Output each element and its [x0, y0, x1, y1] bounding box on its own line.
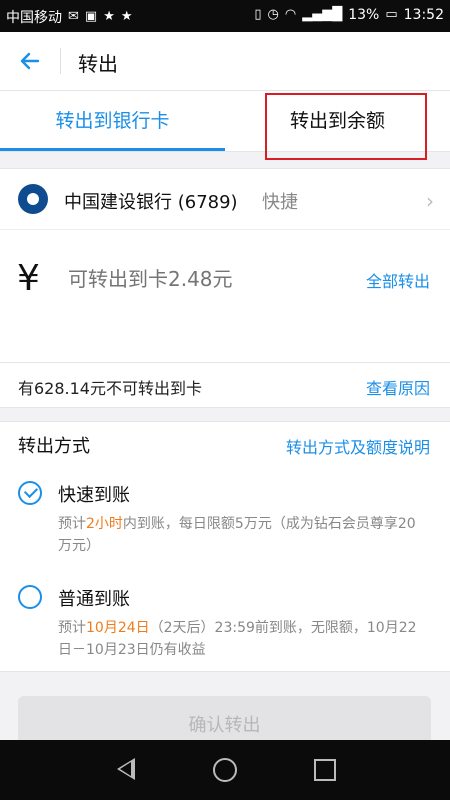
signal-icon: ▂▄▆█	[302, 7, 343, 22]
star-icon: ★	[103, 9, 115, 24]
notice-text: 有628.14元不可转出到卡	[18, 379, 202, 398]
nav-home-icon[interactable]	[213, 758, 237, 782]
bank-tag: 快捷	[262, 192, 298, 213]
clock: 13:52	[403, 7, 444, 23]
annotation-highlight-box	[265, 93, 427, 160]
tab-label: 转出到银行卡	[55, 110, 170, 132]
nav-back-icon[interactable]	[117, 758, 135, 780]
option-description: 预计10月24日（2天后）23:59前到账，无限额，10月22日－10月23日仍…	[58, 620, 417, 658]
app-header: 转出	[0, 32, 450, 91]
option-description: 预计2小时内到账，每日限额5万元（成为钻石会员尊享20万元）	[58, 516, 416, 554]
vibrate-icon: ▯	[254, 7, 262, 22]
tab-to-bank-card[interactable]: 转出到银行卡	[0, 91, 225, 151]
nav-recent-apps-icon[interactable]	[314, 759, 336, 781]
radio-checked-icon[interactable]	[18, 481, 42, 505]
notification-icon: ✉	[68, 9, 79, 24]
method-help-link[interactable]: 转出方式及额度说明	[286, 434, 430, 458]
chevron-right-icon: ›	[426, 189, 434, 213]
battery-percent: 13%	[348, 7, 380, 23]
arrival-time-highlight: 2小时	[86, 516, 123, 532]
option-title: 普通到账	[58, 589, 130, 610]
header-divider	[60, 48, 61, 74]
star-icon: ★	[120, 9, 133, 24]
image-icon: ▣	[84, 9, 98, 24]
bank-logo-icon	[18, 184, 48, 214]
method-header: 转出方式 转出方式及额度说明	[0, 421, 450, 465]
method-label: 转出方式	[18, 436, 90, 457]
carrier-label: 中国移动	[6, 10, 62, 26]
bank-name: 中国建设银行 (6789)	[64, 192, 238, 213]
page-title: 转出	[78, 52, 118, 76]
amount-input[interactable]	[66, 266, 290, 292]
battery-icon: ▭	[385, 7, 398, 22]
arrival-date-highlight: 10月24日	[86, 620, 150, 636]
radio-unchecked-icon[interactable]	[18, 585, 42, 609]
amount-section: ¥ 全部转出	[0, 229, 450, 362]
view-reason-link[interactable]: 查看原因	[366, 375, 430, 399]
transfer-all-link[interactable]: 全部转出	[366, 268, 430, 292]
wifi-icon: ◠	[284, 7, 297, 22]
status-bar: 中国移动 ✉ ▣ ★ ★ ▯ ◷ ◠ ▂▄▆█ 13% ▭ 13:52	[0, 0, 450, 32]
untransferable-notice: 有628.14元不可转出到卡 查看原因	[0, 362, 450, 408]
alarm-icon: ◷	[267, 7, 279, 22]
option-normal-arrival[interactable]: 普通到账 预计10月24日（2天后）23:59前到账，无限额，10月22日－10…	[0, 567, 450, 672]
system-nav-bar	[0, 740, 450, 800]
back-arrow-icon[interactable]	[18, 49, 42, 73]
option-fast-arrival[interactable]: 快速到账 预计2小时内到账，每日限额5万元（成为钻石会员尊享20万元）	[0, 463, 450, 568]
currency-symbol: ¥	[17, 258, 40, 299]
bank-card-selector[interactable]: 中国建设银行 (6789) 快捷 ›	[0, 168, 450, 229]
option-title: 快速到账	[58, 485, 130, 506]
active-tab-indicator	[0, 148, 225, 151]
